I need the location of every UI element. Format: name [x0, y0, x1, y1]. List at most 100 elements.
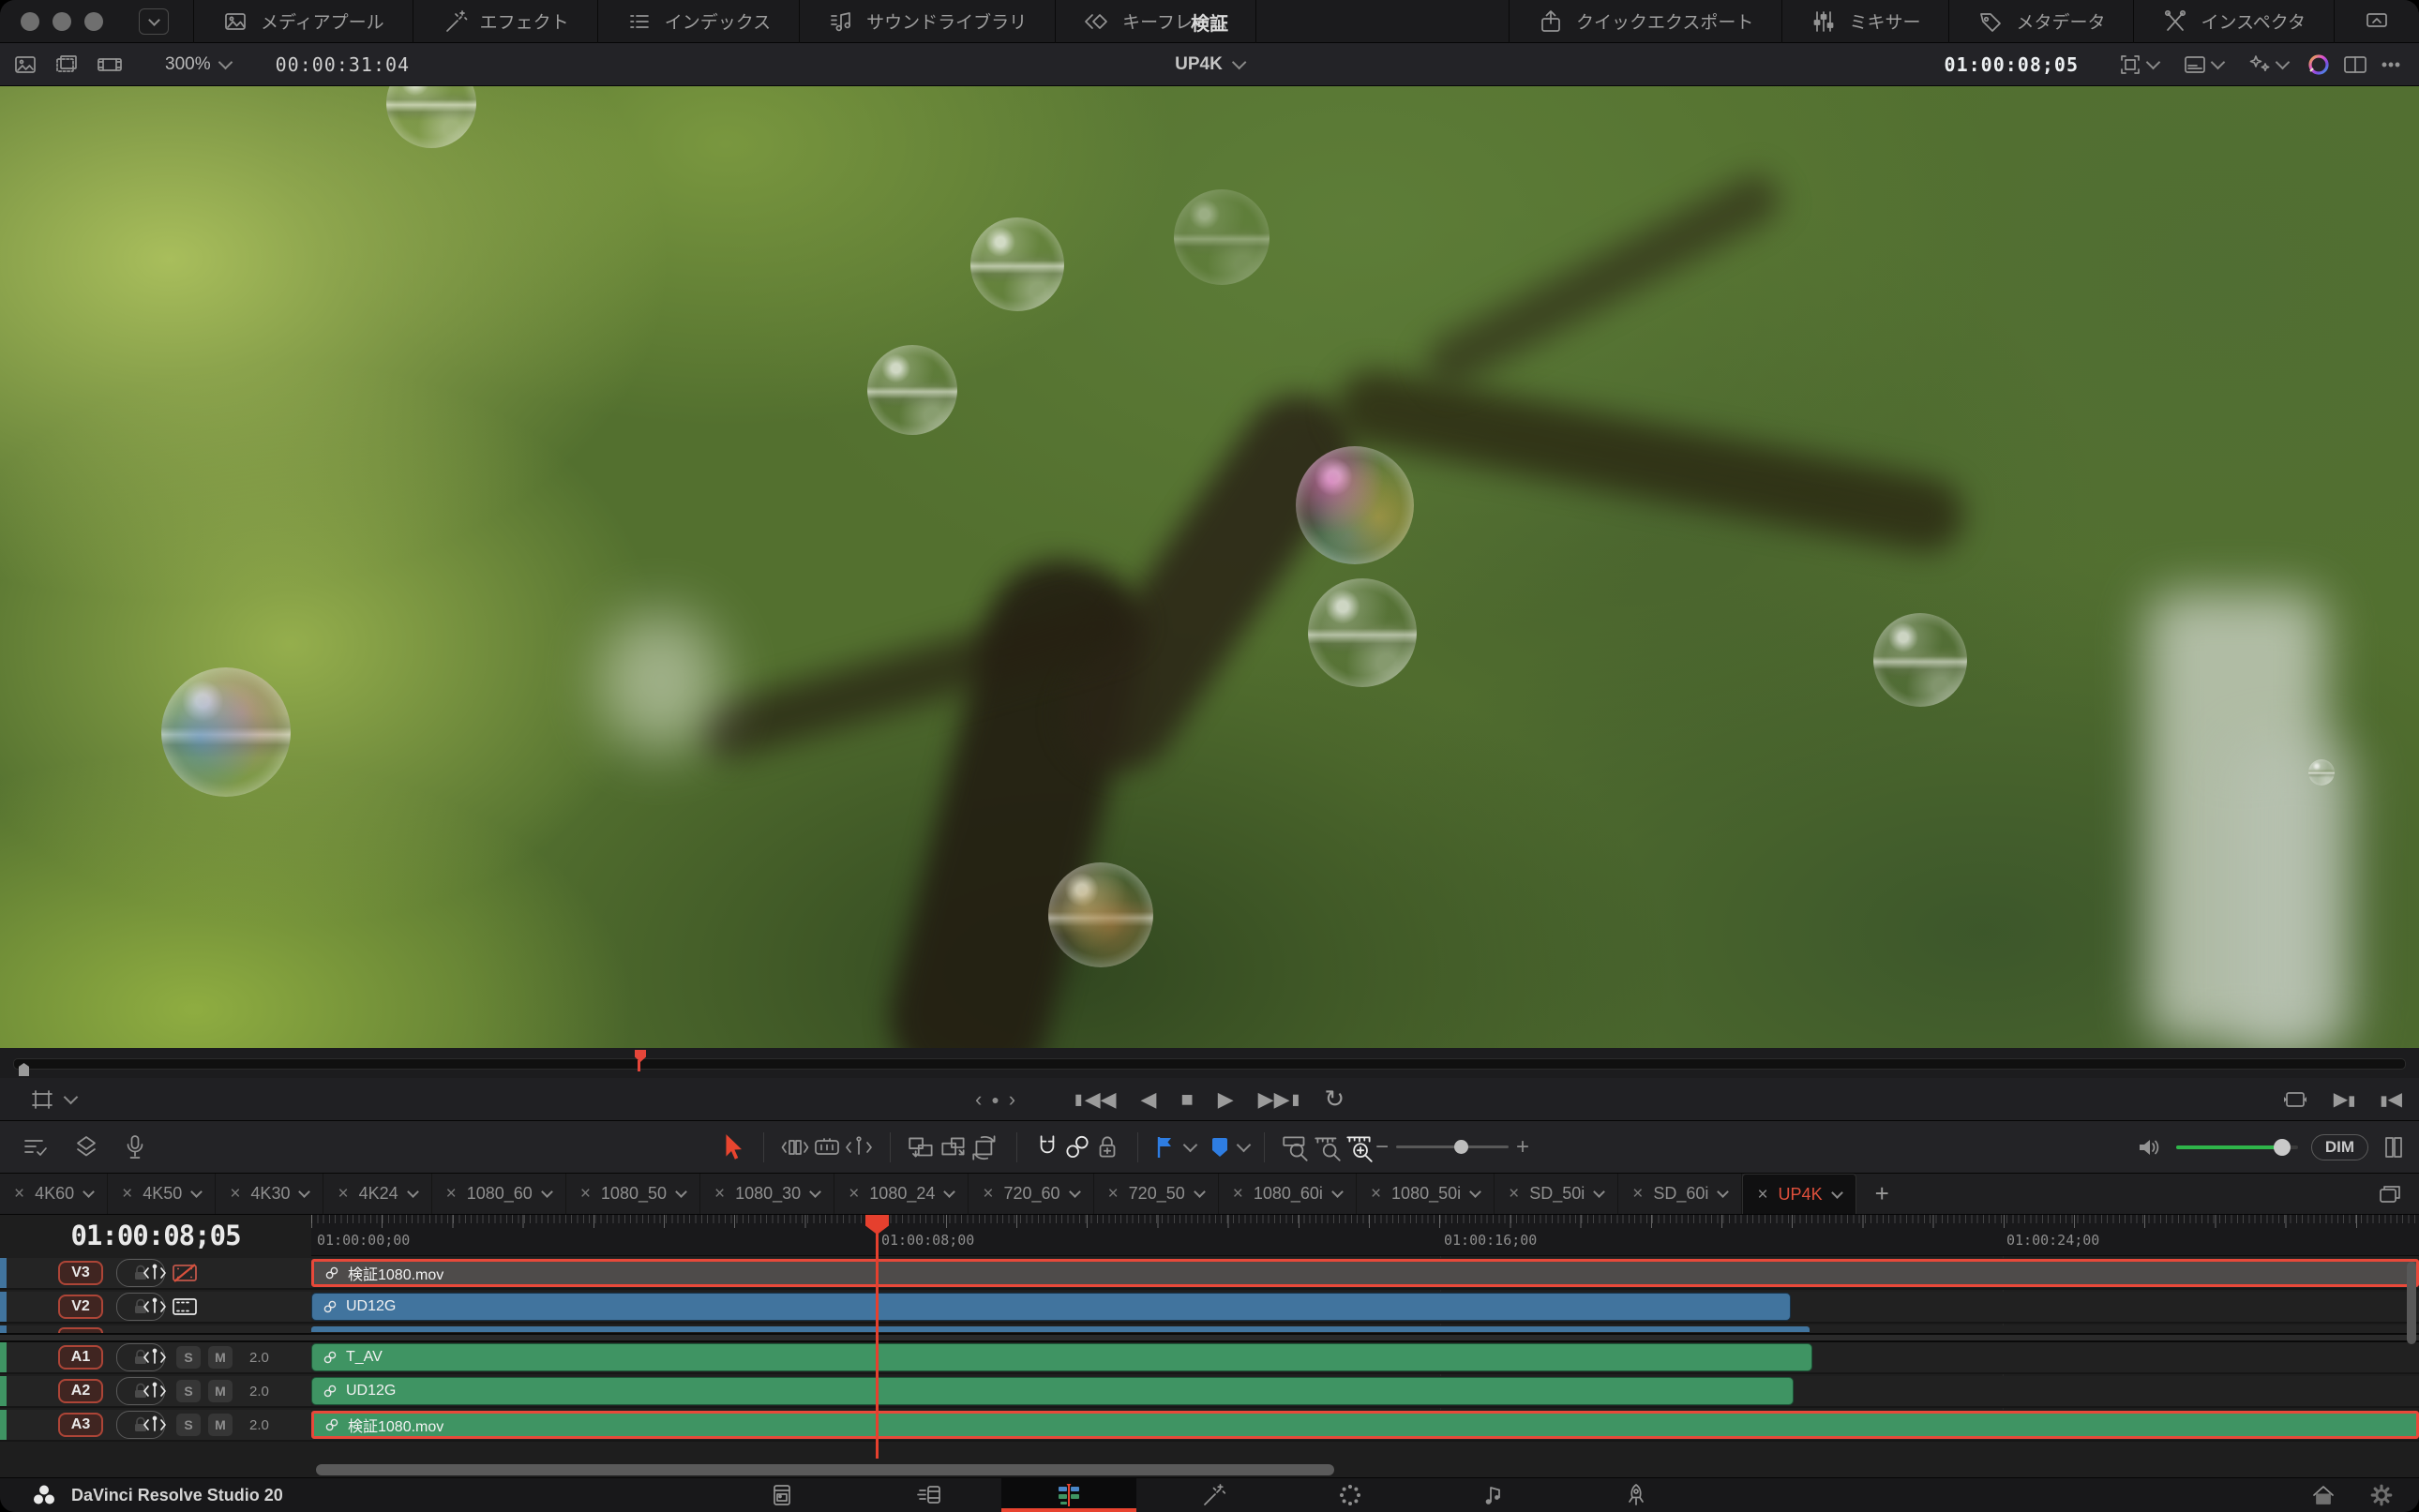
scrubber-track[interactable]: [13, 1058, 2406, 1070]
sound-library-button[interactable]: サウンドライブラリ: [800, 0, 1055, 42]
mute-button[interactable]: M: [208, 1346, 233, 1369]
dual-screen-toggle[interactable]: [2335, 0, 2419, 42]
timeline-clip[interactable]: UD12G: [311, 1293, 1791, 1321]
media-pool-button[interactable]: メディアプール: [194, 0, 413, 42]
speaker-icon[interactable]: [2135, 1134, 2163, 1160]
overwrite-clip-tool[interactable]: [938, 1132, 969, 1162]
close-icon[interactable]: ×: [849, 1185, 859, 1203]
index-button[interactable]: インデックス: [598, 0, 799, 42]
metadata-button[interactable]: メタデータ: [1949, 0, 2133, 42]
close-icon[interactable]: ×: [14, 1185, 24, 1203]
track-header[interactable]: A1 S M 2.0: [0, 1342, 311, 1374]
crop-transform-icon[interactable]: [28, 1086, 56, 1113]
timeline-horizontal-scrollbar[interactable]: [316, 1464, 1334, 1475]
chevron-down-icon[interactable]: [83, 1186, 95, 1198]
custom-zoom-tool[interactable]: [1344, 1132, 1375, 1162]
gallery-still-icon[interactable]: [54, 52, 79, 77]
track-lane[interactable]: UD12G: [311, 1292, 2419, 1324]
timeline-playhead-line[interactable]: [876, 1215, 879, 1459]
position-lock-tool[interactable]: [1092, 1132, 1122, 1162]
layered-timelines-icon[interactable]: [71, 1133, 101, 1161]
track-header[interactable]: V2: [0, 1292, 311, 1324]
trim-edit-mode-tool[interactable]: [779, 1133, 811, 1161]
add-timeline-tab-button[interactable]: +: [1856, 1174, 1908, 1214]
close-icon[interactable]: ×: [1757, 1186, 1767, 1204]
track-lane[interactable]: T_AV: [311, 1342, 2419, 1374]
voiceover-mic-icon[interactable]: [122, 1133, 148, 1161]
source-timecode-field[interactable]: 00:00:31:04: [276, 53, 410, 76]
timeline-viewer[interactable]: [0, 86, 2419, 1048]
close-icon[interactable]: ×: [983, 1185, 993, 1203]
page-tab-edit[interactable]: [1001, 1478, 1136, 1512]
inspector-button[interactable]: インスペクタ: [2134, 0, 2334, 42]
close-icon[interactable]: ×: [714, 1185, 725, 1203]
timeline-ruler[interactable]: 01:00:00;00 01:00:08;00 01:00:16;00 01:0…: [311, 1215, 2419, 1256]
timeline-clip[interactable]: UD12G: [311, 1377, 1794, 1405]
page-tab-cut[interactable]: [894, 1478, 966, 1512]
timeline-playhead-timecode[interactable]: 01:00:08;05: [0, 1215, 311, 1256]
page-tab-color[interactable]: [1315, 1478, 1386, 1512]
full-extent-zoom-tool[interactable]: [1280, 1132, 1312, 1162]
minimize-window-button[interactable]: [53, 12, 71, 31]
zoom-in-button[interactable]: +: [1516, 1136, 1529, 1159]
timeline-tab[interactable]: ×720_60: [969, 1174, 1093, 1214]
auto-select-icon[interactable]: [143, 1263, 167, 1283]
solo-button[interactable]: S: [176, 1346, 201, 1369]
timeline-tab[interactable]: ×4K24: [323, 1174, 431, 1214]
chevron-down-icon[interactable]: [190, 1186, 203, 1198]
zoom-out-button[interactable]: −: [1375, 1136, 1389, 1159]
chevron-down-icon[interactable]: [1469, 1186, 1481, 1198]
previous-marker-button[interactable]: ▮◀: [2380, 1087, 2402, 1111]
still-grab-icon[interactable]: [13, 52, 38, 77]
close-icon[interactable]: ×: [1108, 1185, 1119, 1203]
chevron-down-icon[interactable]: [1194, 1186, 1206, 1198]
volume-knob[interactable]: [2274, 1139, 2291, 1156]
overlay-options-select[interactable]: [2175, 52, 2231, 77]
auto-select-icon[interactable]: [143, 1381, 167, 1401]
enhance-options-select[interactable]: [2240, 52, 2295, 77]
close-window-button[interactable]: [21, 12, 39, 31]
track-header[interactable]: A2 S M 2.0: [0, 1376, 311, 1408]
mute-button[interactable]: M: [208, 1414, 233, 1436]
detail-zoom-tool[interactable]: [1312, 1132, 1344, 1162]
close-icon[interactable]: ×: [1632, 1185, 1643, 1203]
timeline-tab[interactable]: ×1080_30: [700, 1174, 834, 1214]
viewer-scrubber[interactable]: [0, 1048, 2419, 1078]
next-marker-button[interactable]: ▶▮: [2334, 1087, 2356, 1111]
zoom-window-button[interactable]: [84, 12, 103, 31]
timeline-tab[interactable]: ×4K60: [0, 1174, 108, 1214]
timeline-tab[interactable]: ×1080_24: [834, 1174, 969, 1214]
close-icon[interactable]: ×: [1509, 1185, 1519, 1203]
timeline-list-icon[interactable]: [2374, 1181, 2402, 1207]
home-icon[interactable]: [2310, 1483, 2336, 1507]
auto-select-icon[interactable]: [143, 1415, 167, 1435]
timeline-selector[interactable]: UP4K: [1175, 54, 1244, 75]
track-header[interactable]: V3: [0, 1258, 311, 1290]
video-disabled-icon[interactable]: [171, 1263, 199, 1283]
go-to-end-button[interactable]: ▶▶▮: [1258, 1087, 1300, 1112]
auto-select-icon[interactable]: [143, 1347, 167, 1368]
master-volume-slider[interactable]: [2176, 1145, 2298, 1149]
zoom-slider-knob[interactable]: [1454, 1140, 1468, 1154]
timeline-zoom-slider[interactable]: [1396, 1145, 1509, 1148]
window-controls[interactable]: [21, 12, 103, 31]
chevron-down-icon[interactable]: [299, 1186, 311, 1198]
loop-button[interactable]: ↻: [1324, 1085, 1345, 1114]
timeline-timecode-field[interactable]: 01:00:08;05: [1945, 53, 2079, 76]
timeline-view-options-icon[interactable]: [21, 1133, 51, 1161]
timeline-clip[interactable]: 検証1080.mov: [311, 1411, 2419, 1439]
go-to-start-button[interactable]: ▮◀◀: [1074, 1087, 1117, 1112]
flag-select[interactable]: [1153, 1134, 1195, 1160]
close-icon[interactable]: ×: [230, 1185, 240, 1203]
selection-mode-tool[interactable]: [720, 1132, 748, 1162]
loop-range-icon[interactable]: [2281, 1087, 2309, 1112]
timeline-tab[interactable]: ×720_50: [1094, 1174, 1219, 1214]
close-icon[interactable]: ×: [580, 1185, 591, 1203]
timeline-clip[interactable]: T_AV: [311, 1343, 1812, 1371]
chevron-down-icon[interactable]: [675, 1186, 687, 1198]
video-enabled-icon[interactable]: [171, 1296, 199, 1317]
quick-export-button[interactable]: クイックエクスポート: [1510, 0, 1781, 42]
link-clips-tool[interactable]: [1062, 1132, 1092, 1162]
snapping-magnet-tool[interactable]: [1032, 1132, 1062, 1162]
chevron-down-icon[interactable]: [541, 1186, 553, 1198]
